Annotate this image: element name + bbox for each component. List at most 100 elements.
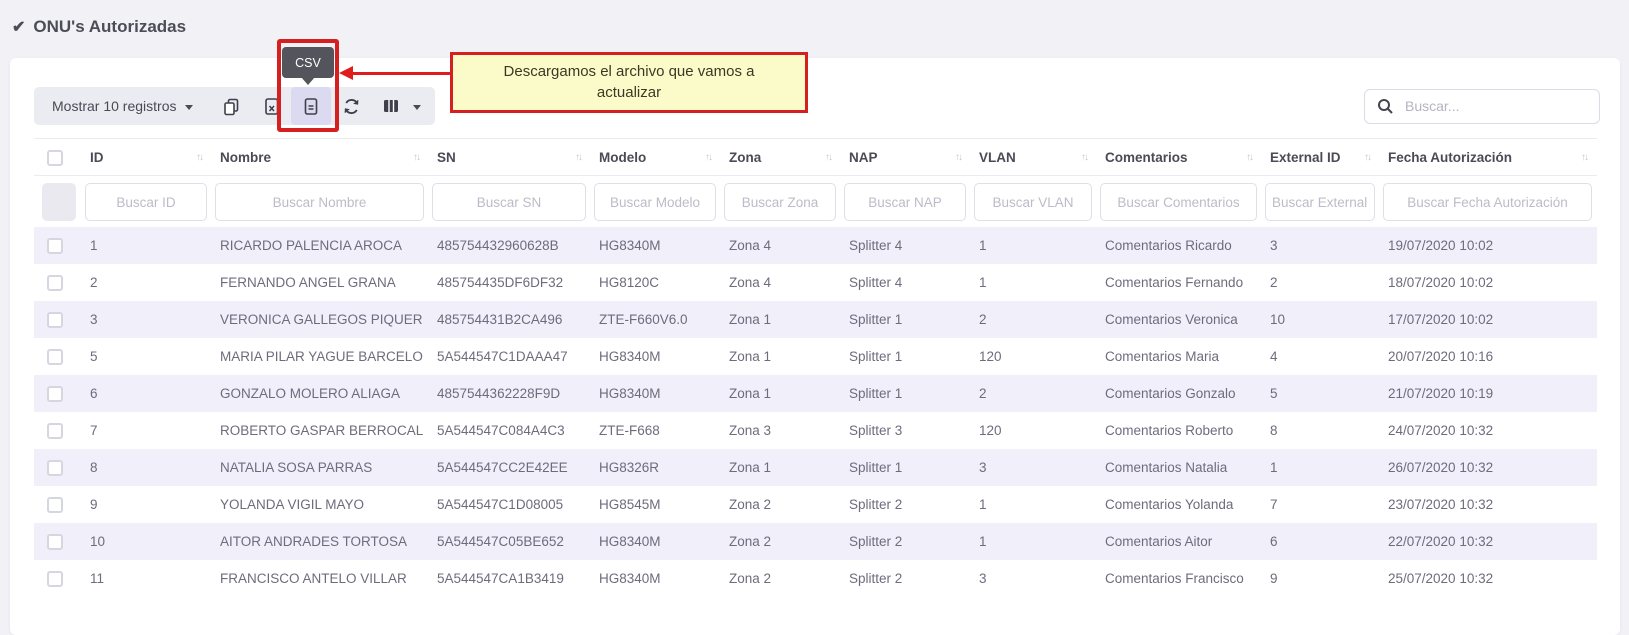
row-select-cell xyxy=(34,264,82,301)
row-checkbox[interactable] xyxy=(47,423,63,439)
row-select-cell xyxy=(34,486,82,523)
arrow-line xyxy=(352,72,451,75)
filter-input-modelo[interactable] xyxy=(594,183,716,221)
filter-input-nombre[interactable] xyxy=(215,183,424,221)
column-header-external-id[interactable]: External ID↑↓ xyxy=(1262,139,1380,176)
select-all-header xyxy=(34,139,82,176)
cell-sn: 5A544547C084A4C3 xyxy=(429,412,591,449)
filter-input-id[interactable] xyxy=(85,183,207,221)
column-header-sn[interactable]: SN ↑↓ xyxy=(429,139,591,176)
filter-input-comentarios[interactable] xyxy=(1100,183,1257,221)
cell-nombre: YOLANDA VIGIL MAYO xyxy=(212,486,429,523)
filter-input-nap[interactable] xyxy=(844,183,966,221)
search-input[interactable] xyxy=(1364,89,1600,124)
cell-fecha-autorizaci-n: 25/07/2020 10:32 xyxy=(1380,560,1597,597)
chevron-down-icon xyxy=(413,105,421,110)
cell-comentarios: Comentarios Yolanda xyxy=(1097,486,1262,523)
filter-input-zona[interactable] xyxy=(724,183,836,221)
column-label: Zona xyxy=(729,150,761,165)
chevron-down-icon xyxy=(185,105,193,110)
column-header-fecha-autorizaci-n[interactable]: Fecha Autorización↑↓ xyxy=(1380,139,1597,176)
table-row: 8NATALIA SOSA PARRAS5A544547CC2E42EEHG83… xyxy=(34,449,1597,486)
cell-nombre: FRANCISCO ANTELO VILLAR xyxy=(212,560,429,597)
column-visibility-button[interactable] xyxy=(371,87,411,125)
column-header-comentarios[interactable]: Comentarios↑↓ xyxy=(1097,139,1262,176)
cell-id: 1 xyxy=(82,227,212,264)
column-header-vlan[interactable]: VLAN↑↓ xyxy=(971,139,1097,176)
column-header-zona[interactable]: Zona↑↓ xyxy=(721,139,841,176)
cell-sn: 4857544362228F9D xyxy=(429,375,591,412)
onu-table-zone: ID↑↓Nombre↑↓SN↑↓Modelo↑↓Zona↑↓NAP↑↓VLAN↑… xyxy=(34,138,1597,597)
cell-nap: Splitter 2 xyxy=(841,560,971,597)
filter-input-sn[interactable] xyxy=(432,183,586,221)
table-row: 11FRANCISCO ANTELO VILLAR5A544547CA1B341… xyxy=(34,560,1597,597)
table-row: 10AITOR ANDRADES TORTOSA5A544547C05BE652… xyxy=(34,523,1597,560)
columns-icon xyxy=(382,97,400,115)
cell-modelo: HG8545M xyxy=(591,486,721,523)
cell-zona: Zona 1 xyxy=(721,338,841,375)
cell-id: 10 xyxy=(82,523,212,560)
sort-arrows-icon: ↑↓ xyxy=(1240,152,1252,163)
row-checkbox[interactable] xyxy=(47,312,63,328)
table-row: 6GONZALO MOLERO ALIAGA4857544362228F9DHG… xyxy=(34,375,1597,412)
cell-nap: Splitter 1 xyxy=(841,375,971,412)
cell-nombre: ROBERTO GASPAR BERROCAL xyxy=(212,412,429,449)
cell-nap: Splitter 4 xyxy=(841,264,971,301)
cell-sn: 5A544547C05BE652 xyxy=(429,523,591,560)
cell-vlan: 1 xyxy=(971,227,1097,264)
cell-nap: Splitter 3 xyxy=(841,412,971,449)
column-header-nombre[interactable]: Nombre ↑↓ xyxy=(212,139,429,176)
cell-id: 3 xyxy=(82,301,212,338)
sort-arrows-icon: ↑↓ xyxy=(569,152,581,163)
sort-arrows-icon: ↑↓ xyxy=(407,152,419,163)
cell-id: 9 xyxy=(82,486,212,523)
row-checkbox[interactable] xyxy=(47,238,63,254)
column-header-id[interactable]: ID↑↓ xyxy=(82,139,212,176)
cell-id: 7 xyxy=(82,412,212,449)
cell-nombre: NATALIA SOSA PARRAS xyxy=(212,449,429,486)
row-select-cell xyxy=(34,560,82,597)
column-header-nap[interactable]: NAP↑↓ xyxy=(841,139,971,176)
cell-vlan: 3 xyxy=(971,449,1097,486)
row-select-cell xyxy=(34,301,82,338)
cell-vlan: 120 xyxy=(971,338,1097,375)
row-checkbox[interactable] xyxy=(47,571,63,587)
cell-fecha-autorizaci-n: 24/07/2020 10:32 xyxy=(1380,412,1597,449)
row-checkbox[interactable] xyxy=(47,349,63,365)
filter-input-external-id[interactable] xyxy=(1265,183,1375,221)
row-checkbox[interactable] xyxy=(47,386,63,402)
select-all-checkbox[interactable] xyxy=(47,150,63,166)
column-visibility-caret[interactable] xyxy=(411,103,435,110)
cell-fecha-autorizaci-n: 26/07/2020 10:32 xyxy=(1380,449,1597,486)
filter-input-fecha-autorizaci-n[interactable] xyxy=(1383,183,1592,221)
global-search xyxy=(1364,89,1600,124)
sort-arrows-icon: ↑↓ xyxy=(699,152,711,163)
cell-zona: Zona 4 xyxy=(721,264,841,301)
cell-nombre: RICARDO PALENCIA AROCA xyxy=(212,227,429,264)
copy-button[interactable] xyxy=(211,87,251,125)
cell-comentarios: Comentarios Gonzalo xyxy=(1097,375,1262,412)
cell-id: 2 xyxy=(82,264,212,301)
row-checkbox[interactable] xyxy=(47,460,63,476)
cell-modelo: HG8120C xyxy=(591,264,721,301)
column-label: Nombre xyxy=(220,150,271,165)
row-checkbox[interactable] xyxy=(47,497,63,513)
column-header-modelo[interactable]: Modelo↑↓ xyxy=(591,139,721,176)
copy-icon xyxy=(222,97,241,116)
cell-external-id: 5 xyxy=(1262,375,1380,412)
row-checkbox[interactable] xyxy=(47,534,63,550)
cell-nap: Splitter 1 xyxy=(841,338,971,375)
cell-comentarios: Comentarios Roberto xyxy=(1097,412,1262,449)
column-label: SN xyxy=(437,150,456,165)
row-select-cell xyxy=(34,338,82,375)
cell-nap: Splitter 2 xyxy=(841,523,971,560)
filter-cell-vlan xyxy=(971,176,1097,228)
filter-input-vlan[interactable] xyxy=(974,183,1092,221)
row-checkbox[interactable] xyxy=(47,275,63,291)
cell-modelo: HG8340M xyxy=(591,375,721,412)
cell-nombre: FERNANDO ANGEL GRANA xyxy=(212,264,429,301)
filter-cell-nombre xyxy=(212,176,429,228)
length-menu-dropdown[interactable]: Mostrar 10 registros xyxy=(34,87,211,125)
column-label: External ID xyxy=(1270,150,1341,165)
cell-fecha-autorizaci-n: 19/07/2020 10:02 xyxy=(1380,227,1597,264)
